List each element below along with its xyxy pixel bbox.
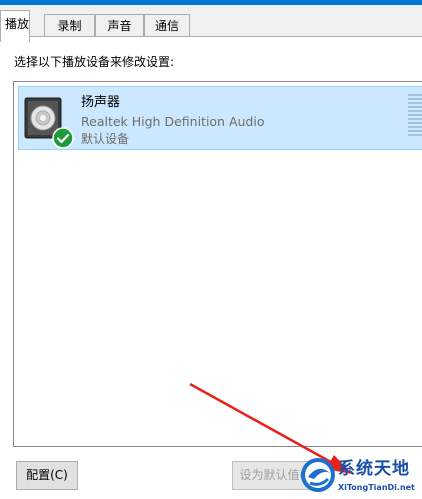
tab-playback[interactable]: 播放 — [0, 10, 30, 42]
watermark-title: 系统天地 — [338, 459, 410, 479]
watermark-logo: 系统天地 XiTongTianDi.net — [300, 456, 422, 499]
tab-sounds[interactable]: 声音 — [95, 14, 144, 38]
instruction-text: 选择以下播放设备来修改设置: — [14, 55, 175, 69]
globe-logo-icon — [301, 458, 335, 492]
device-description: Realtek High Definition Audio — [81, 114, 265, 129]
device-name: 扬声器 — [81, 95, 121, 110]
tab-communications[interactable]: 通信 — [144, 14, 190, 38]
device-item-speaker[interactable]: 扬声器 Realtek High Definition Audio 默认设备 — [18, 86, 422, 150]
default-check-icon — [52, 127, 74, 149]
device-list[interactable]: 扬声器 Realtek High Definition Audio 默认设备 — [13, 81, 422, 447]
configure-button[interactable]: 配置(C) — [16, 461, 78, 490]
tab-strip: 播放 录制 声音 通信 — [0, 5, 422, 42]
device-status: 默认设备 — [81, 132, 130, 146]
volume-level-meter — [408, 94, 422, 136]
tab-recording[interactable]: 录制 — [44, 14, 95, 38]
watermark-url: XiTongTianDi.net — [338, 483, 415, 492]
